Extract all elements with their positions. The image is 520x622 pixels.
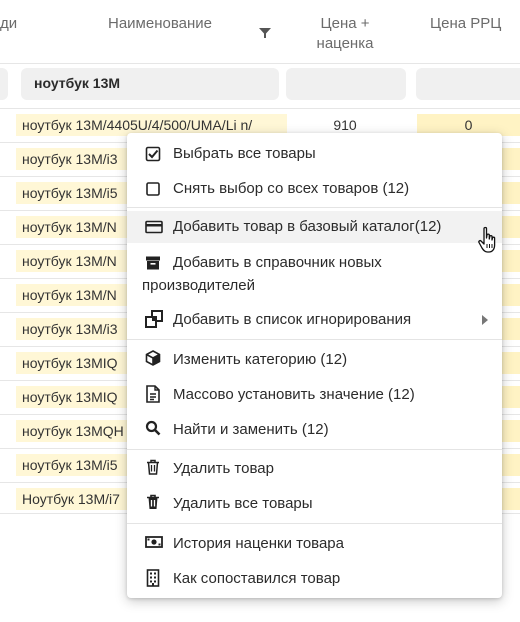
menu-item-label: Найти и заменить (12) <box>173 421 329 438</box>
table-header: ди Наименование Цена + наценка Цена РРЦ <box>0 0 520 62</box>
filter-input-prev[interactable] <box>0 68 8 100</box>
archive-icon <box>145 255 163 273</box>
menu-item-label: Удалить товар <box>173 460 274 477</box>
trash-icon <box>145 459 163 477</box>
header-col-name[interactable]: Наименование <box>60 14 260 34</box>
menu-item-label: Как сопоставился товар <box>173 570 341 587</box>
menu-item-markup-history[interactable]: История наценки товара <box>127 529 502 557</box>
price-filter-input[interactable] <box>286 68 406 100</box>
search-icon <box>145 420 163 438</box>
checkbox-empty-icon <box>145 181 163 199</box>
menu-divider <box>127 339 502 340</box>
building-icon <box>145 569 163 587</box>
trash-icon <box>145 494 163 512</box>
menu-item-label: Добавить товар в базовый каталог(12) <box>173 218 442 235</box>
money-icon <box>145 534 163 552</box>
menu-item-add-manufacturers[interactable]: Добавить в справочник новых производител… <box>127 249 502 299</box>
menu-item-label-line2: производителей <box>142 277 256 294</box>
menu-divider <box>127 449 502 450</box>
chevron-right-icon <box>482 315 488 325</box>
context-menu: Выбрать все товары Снять выбор со всех т… <box>127 133 502 598</box>
hand-pointer-icon <box>477 226 501 256</box>
header-col-price[interactable]: Цена + наценка <box>300 14 390 54</box>
menu-item-label: Изменить категорию (12) <box>173 351 348 368</box>
menu-item-label: Выбрать все товары <box>173 145 316 162</box>
menu-item-find-replace[interactable]: Найти и заменить (12) <box>127 415 502 443</box>
filter-icon[interactable] <box>258 26 272 40</box>
menu-item-deselect-all[interactable]: Снять выбор со всех товаров (12) <box>127 176 502 202</box>
name-filter-input[interactable]: ноутбук 13M <box>21 68 279 100</box>
menu-item-add-ignore[interactable]: Добавить в список игнорирования <box>127 305 502 333</box>
filter-row: ноутбук 13M <box>0 66 520 104</box>
header-col-price-line1: Цена + <box>320 15 370 32</box>
menu-item-add-base-catalog[interactable]: Добавить товар в базовый каталог(12) <box>127 211 502 243</box>
rrc-filter-input[interactable] <box>416 68 520 100</box>
menu-item-mass-set-value[interactable]: Массово установить значение (12) <box>127 380 502 408</box>
document-icon <box>145 385 163 403</box>
checkbox-checked-icon <box>145 146 163 164</box>
name-filter-value: ноутбук 13M <box>34 75 121 91</box>
divider <box>0 63 520 64</box>
menu-item-label: Массово установить значение (12) <box>173 386 415 403</box>
header-col-prev: ди <box>0 15 18 32</box>
menu-item-delete-all[interactable]: Удалить все товары <box>127 489 502 517</box>
menu-item-label: История наценки товара <box>173 535 344 552</box>
menu-item-label: Снять выбор со всех товаров (12) <box>173 180 410 197</box>
menu-item-select-all[interactable]: Выбрать все товары <box>127 141 502 167</box>
credit-card-icon <box>145 219 163 237</box>
menu-item-label: Добавить в список игнорирования <box>173 311 412 328</box>
menu-divider <box>127 523 502 524</box>
menu-item-delete-item[interactable]: Удалить товар <box>127 454 502 482</box>
menu-item-label-line1: Добавить в справочник новых <box>173 254 382 271</box>
layers-icon <box>145 310 163 328</box>
cube-icon <box>145 350 163 368</box>
header-col-rrc[interactable]: Цена РРЦ <box>430 14 520 34</box>
menu-divider <box>127 207 502 208</box>
header-col-price-line2: наценка <box>316 35 374 52</box>
menu-item-change-category[interactable]: Изменить категорию (12) <box>127 345 502 373</box>
menu-item-label: Удалить все товары <box>173 495 313 512</box>
menu-item-how-matched[interactable]: Как сопоставился товар <box>127 564 502 592</box>
